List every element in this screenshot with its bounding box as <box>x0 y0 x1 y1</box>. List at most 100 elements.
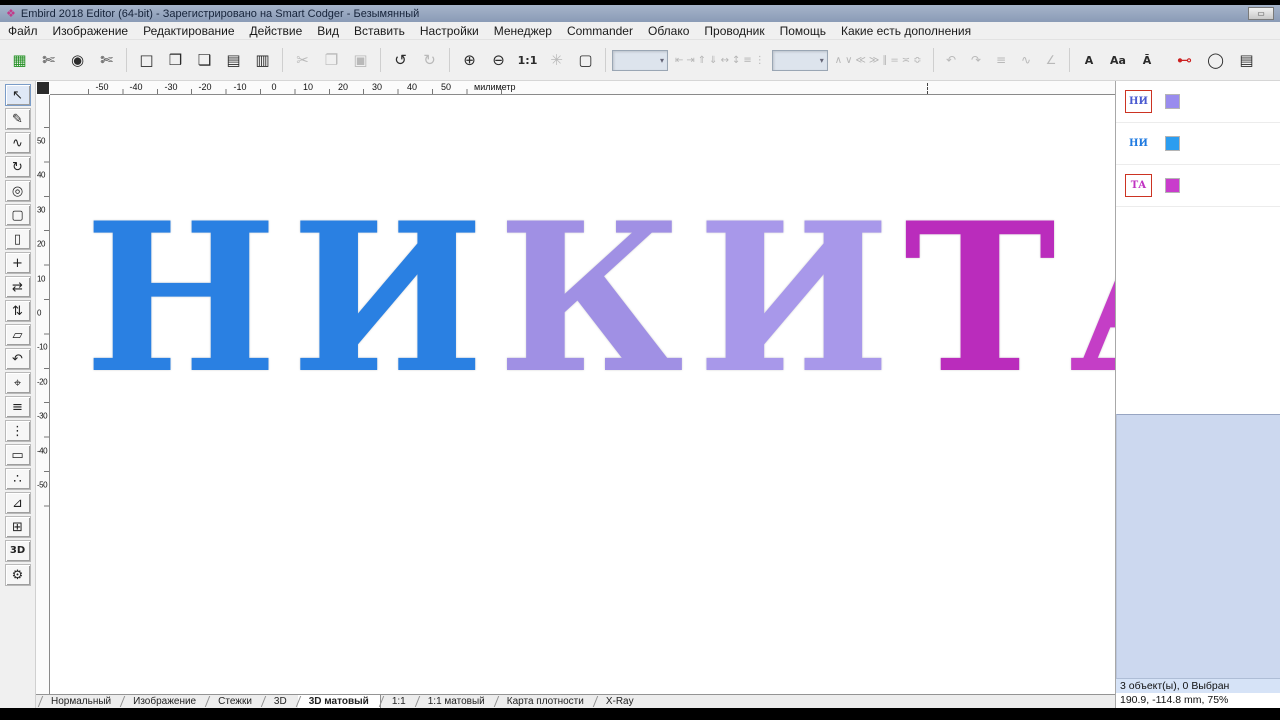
object-row[interactable]: НИ <box>1116 123 1280 165</box>
paste-icon[interactable]: ▣ <box>347 47 374 74</box>
font-engine-icon[interactable]: A <box>1076 47 1103 74</box>
lasso-tool[interactable]: ∿ <box>5 132 31 154</box>
skew-tool[interactable]: ▱ <box>5 324 31 346</box>
balloon-icon[interactable]: ◯ <box>1202 47 1229 74</box>
save-design-icon[interactable]: ▤ <box>1233 47 1260 74</box>
center-v-icon[interactable]: ↕ <box>732 55 740 66</box>
select-tool[interactable]: ↖ <box>5 84 31 106</box>
color-swatch[interactable] <box>1165 94 1180 109</box>
save-file-icon[interactable]: ▤ <box>220 47 247 74</box>
color-swatch[interactable] <box>1165 178 1180 193</box>
hoop-icon[interactable]: ▢ <box>572 47 599 74</box>
zoom-in-icon[interactable]: ⊕ <box>456 47 483 74</box>
cut-icon[interactable]: ✂ <box>289 47 316 74</box>
color-swatch[interactable] <box>1165 136 1180 151</box>
fancy-text-icon[interactable]: Ā <box>1134 47 1161 74</box>
outline-tool[interactable]: ▭ <box>5 444 31 466</box>
menu-manager[interactable]: Менеджер <box>494 24 552 38</box>
tab-3d[interactable]: 3D <box>263 695 298 708</box>
menu-explorer[interactable]: Проводник <box>704 24 764 38</box>
rotate-tool[interactable]: ↻ <box>5 156 31 178</box>
thread-palette-combobox[interactable]: ▾ <box>612 50 668 71</box>
align-tool[interactable]: ≡ <box>5 396 31 418</box>
sewing-machine-tool[interactable]: ⚙ <box>5 564 31 586</box>
rotate-ccw-icon[interactable]: ↶ <box>940 47 963 74</box>
redraw-icon[interactable]: ✳ <box>543 47 570 74</box>
registration-key-icon[interactable]: ⊷ <box>1171 47 1198 74</box>
menu-addons[interactable]: Какие есть дополнения <box>841 24 971 38</box>
menu-commander[interactable]: Commander <box>567 24 633 38</box>
match-shape-icon[interactable]: ≎ <box>913 55 921 66</box>
menu-cloud[interactable]: Облако <box>648 24 689 38</box>
presser-foot-tool[interactable]: ⊿ <box>5 492 31 514</box>
align-right-icon[interactable]: ⇥ <box>686 55 694 66</box>
merge-file-icon[interactable]: ❏ <box>191 47 218 74</box>
print-icon[interactable]: ▥ <box>249 47 276 74</box>
menu-settings[interactable]: Настройки <box>420 24 479 38</box>
distribute-tool[interactable]: ⋮ <box>5 420 31 442</box>
tab-normal[interactable]: Нормальный <box>40 695 122 708</box>
menu-image[interactable]: Изображение <box>53 24 129 38</box>
undo-icon[interactable]: ↺ <box>387 47 414 74</box>
edit-nodes-tool[interactable]: ✎ <box>5 108 31 130</box>
object-row[interactable]: ТА <box>1116 165 1280 207</box>
menu-editing[interactable]: Редактирование <box>143 24 234 38</box>
distribute-v-icon[interactable]: ⋮ <box>755 55 765 66</box>
trim-stitches-icon[interactable]: ✄ <box>93 47 120 74</box>
object-thumbnail[interactable]: НИ <box>1125 90 1152 113</box>
tab-x-ray[interactable]: X-Ray <box>595 695 645 708</box>
distribute-h-icon[interactable]: ≡ <box>743 55 751 66</box>
window-restore-button[interactable]: ▭ <box>1248 7 1274 20</box>
same-width-icon[interactable]: ∥ <box>882 55 887 66</box>
zoom-out-icon[interactable]: ⊖ <box>485 47 512 74</box>
stitch-points-tool[interactable]: ∴ <box>5 468 31 490</box>
menu-help[interactable]: Помощь <box>780 24 826 38</box>
center-tool[interactable]: ⌖ <box>5 372 31 394</box>
align-left-icon[interactable]: ⇤ <box>675 55 683 66</box>
redo-icon[interactable]: ↻ <box>416 47 443 74</box>
same-height-icon[interactable]: = <box>890 55 898 66</box>
stitch-camera-icon[interactable]: ◉ <box>64 47 91 74</box>
duplicate-tool[interactable]: ▯ <box>5 228 31 250</box>
tab-density-map[interactable]: Карта плотности <box>496 695 595 708</box>
copy-icon[interactable]: ❐ <box>318 47 345 74</box>
menu-view[interactable]: Вид <box>317 24 339 38</box>
embroidery-design[interactable]: НИКИТА <box>84 197 1115 402</box>
tab-stitches[interactable]: Стежки <box>207 695 263 708</box>
tab-3d-matte[interactable]: 3D матовый <box>298 695 381 708</box>
mirror-vertical-tool[interactable]: ⇅ <box>5 300 31 322</box>
space-right-icon[interactable]: ≫ <box>869 55 879 66</box>
marquee-select-tool[interactable]: ▢ <box>5 204 31 226</box>
wave-stitch-icon[interactable]: ∿ <box>1015 47 1038 74</box>
design-canvas[interactable]: НИКИТА <box>50 95 1115 694</box>
space-up-icon[interactable]: ∧ <box>835 55 842 66</box>
tab-1-1-matte[interactable]: 1:1 матовый <box>417 695 496 708</box>
zoom-tool[interactable]: ◎ <box>5 180 31 202</box>
object-thumbnail[interactable]: ТА <box>1125 174 1152 197</box>
zoom-actual-icon[interactable]: 1:1 <box>514 47 541 74</box>
grid-tool[interactable]: ⊞ <box>5 516 31 538</box>
space-down-icon[interactable]: ∨ <box>845 55 852 66</box>
split-stitches-icon[interactable]: ✄ <box>35 47 62 74</box>
new-file-icon[interactable]: □ <box>133 47 160 74</box>
density-icon[interactable]: ≡ <box>990 47 1013 74</box>
tab-image[interactable]: Изображение <box>122 695 207 708</box>
space-left-icon[interactable]: ≪ <box>855 55 865 66</box>
angle-icon[interactable]: ∠ <box>1040 47 1063 74</box>
open-file-icon[interactable]: ❒ <box>162 47 189 74</box>
center-h-icon[interactable]: ↔ <box>721 55 729 66</box>
object-thumbnail[interactable]: НИ <box>1125 132 1152 155</box>
stitch-size-combobox[interactable]: ▾ <box>772 50 828 71</box>
move-tool[interactable]: + <box>5 252 31 274</box>
menu-file[interactable]: Файл <box>8 24 38 38</box>
rotate-90-tool[interactable]: ↶ <box>5 348 31 370</box>
sewing-simulator-icon[interactable]: ▦ <box>6 47 33 74</box>
menu-insert[interactable]: Вставить <box>354 24 405 38</box>
mirror-horizontal-tool[interactable]: ⇄ <box>5 276 31 298</box>
tab-1-1[interactable]: 1:1 <box>381 695 417 708</box>
rotate-cw-icon[interactable]: ↷ <box>965 47 988 74</box>
align-bottom-icon[interactable]: ⇓ <box>709 55 717 66</box>
menu-action[interactable]: Действие <box>250 24 303 38</box>
object-row[interactable]: НИ <box>1116 81 1280 123</box>
match-size-icon[interactable]: ≍ <box>902 55 910 66</box>
